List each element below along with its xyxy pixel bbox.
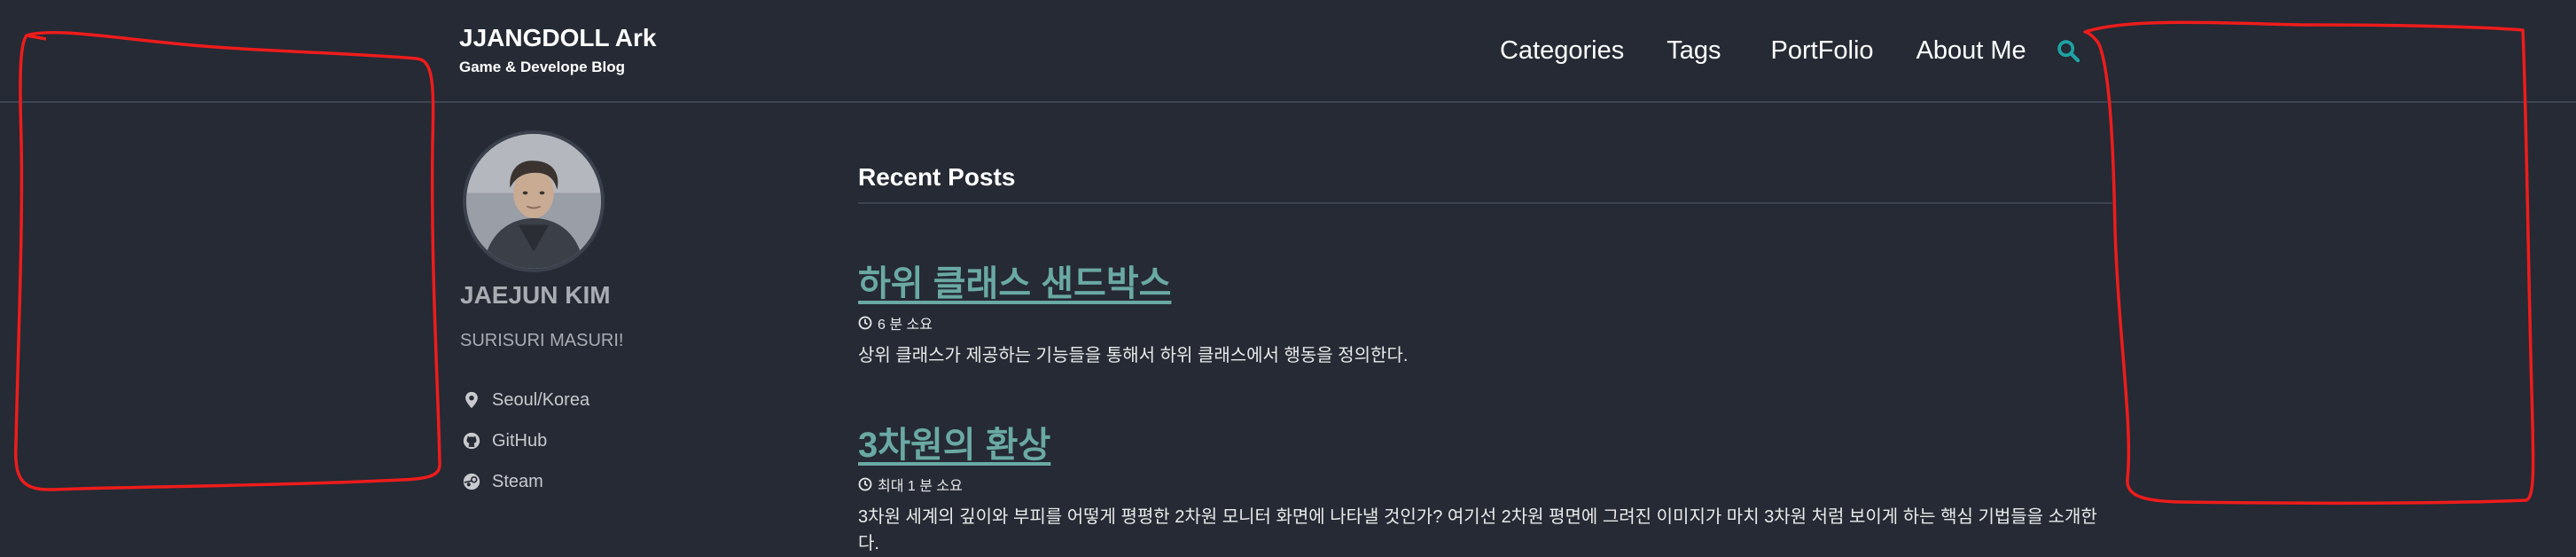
author-links: Seoul/Korea GitHub Steam <box>462 380 589 502</box>
nav-categories[interactable]: Categories <box>1500 35 1624 66</box>
author-location: Seoul/Korea <box>462 380 589 420</box>
search-icon <box>2057 40 2080 63</box>
post-excerpt: 상위 클래스가 제공하는 기능들을 통해서 하위 클래스에서 행동을 정의한다. <box>858 346 1409 365</box>
steam-link[interactable]: Steam <box>462 461 589 502</box>
author-avatar <box>463 130 605 272</box>
avatar-photo <box>466 134 601 269</box>
site-title-link[interactable]: JJANGDOLL Ark <box>459 24 657 52</box>
github-label: GitHub <box>492 430 548 451</box>
post-meta: 6 분 소요 <box>858 312 2117 333</box>
post-title-link[interactable]: 하위 클래스 샌드박스 <box>858 263 2117 305</box>
clock-icon <box>858 477 872 491</box>
steam-label: Steam <box>492 471 543 491</box>
author-name: JAEJUN KIM <box>460 281 611 309</box>
clock-icon <box>858 316 872 330</box>
nav-portfolio[interactable]: PortFolio <box>1771 35 1874 66</box>
title-divider <box>858 202 2112 204</box>
location-pin-icon <box>465 391 478 409</box>
post-meta: 최대 1 분 소요 <box>858 474 2117 495</box>
author-bio: SURISURI MASURI! <box>460 331 624 350</box>
site-subtitle: Game & Develope Blog <box>459 59 626 75</box>
location-label: Seoul/Korea <box>492 389 590 410</box>
search-button[interactable] <box>2056 38 2080 63</box>
github-link[interactable]: GitHub <box>462 420 589 461</box>
nav-about-me[interactable]: About Me <box>1916 35 2026 66</box>
github-icon <box>463 432 480 450</box>
post-title-link[interactable]: 3차원의 환상 <box>858 424 2117 467</box>
read-time: 6 분 소요 <box>878 318 933 333</box>
page-title: Recent Posts <box>858 163 1016 191</box>
read-time: 최대 1 분 소요 <box>878 479 963 494</box>
main-nav: Categories Tags PortFolio About Me <box>1500 35 2069 66</box>
post-item: 하위 클래스 샌드박스 6 분 소요 상위 클래스가 제공하는 기능들을 통해서… <box>858 263 2117 369</box>
post-excerpt: 3차원 세계의 깊이와 부피를 어떻게 평평한 2차원 모니터 화면에 나타낼 … <box>858 507 2097 553</box>
masthead: JJANGDOLL Ark Game & Develope Blog Categ… <box>0 0 2576 103</box>
post-item: 3차원의 환상 최대 1 분 소요 3차원 세계의 깊이와 부피를 어떻게 평평… <box>858 424 2117 557</box>
nav-tags[interactable]: Tags <box>1667 35 1721 66</box>
steam-icon <box>463 473 480 490</box>
